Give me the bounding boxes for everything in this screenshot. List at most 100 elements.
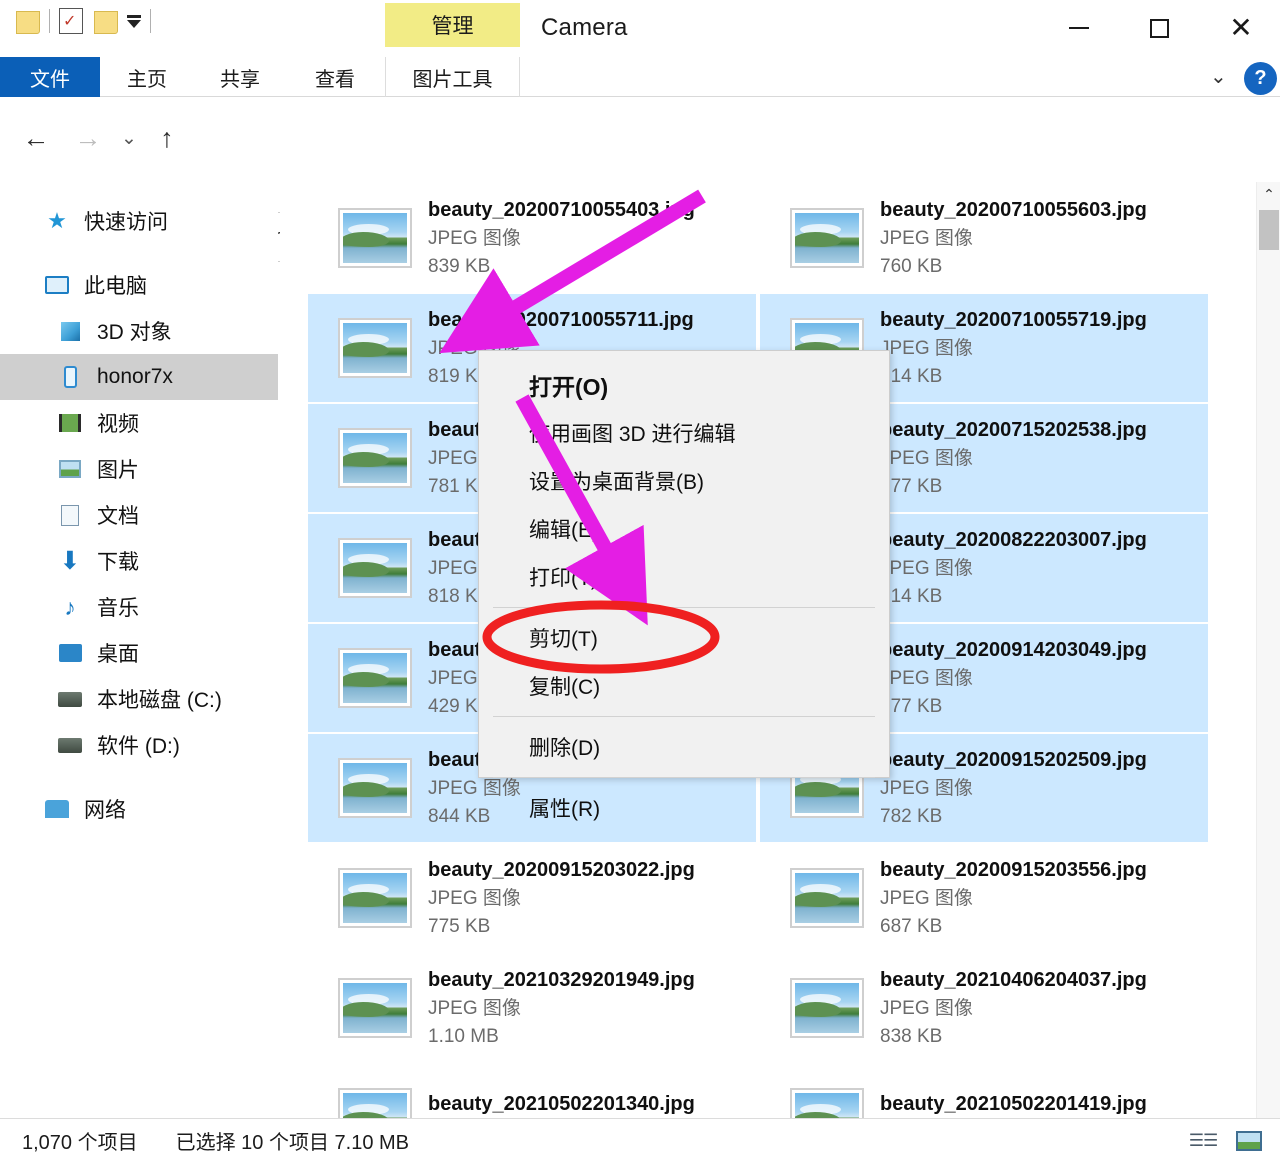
tab-view[interactable]: 查看 (300, 57, 370, 97)
new-folder-icon[interactable] (92, 9, 118, 34)
documents-icon (55, 504, 85, 526)
menu-item-d[interactable]: 删除(D) (479, 723, 889, 771)
file-item[interactable]: beauty_20210502201340.jpgJPEG 图像 (308, 1064, 756, 1118)
minimize-button[interactable] (1056, 6, 1102, 50)
3d-objects-icon (55, 321, 85, 341)
status-bar: 1,070 个项目 已选择 10 个项目 7.10 MB ☰☰ (0, 1118, 1280, 1162)
tab-file[interactable]: 文件 (0, 57, 100, 97)
sidebar-item-3d[interactable]: 3D 对象 (0, 308, 278, 354)
back-button[interactable]: ← (16, 116, 56, 160)
up-button[interactable]: ↑ (148, 116, 186, 160)
tab-home[interactable]: 主页 (112, 57, 182, 97)
menu-separator (493, 777, 875, 778)
quick-access-toolbar[interactable] (14, 8, 151, 34)
toolbar-separator (150, 9, 151, 33)
help-button[interactable]: ? (1244, 62, 1277, 95)
large-icons-view-icon[interactable] (1234, 1129, 1264, 1153)
forward-button[interactable]: → (68, 116, 108, 160)
properties-icon[interactable] (59, 8, 83, 34)
title-bar: 管理 Camera ✕ (0, 0, 1280, 57)
file-info: beauty_20200915203556.jpg JPEG 图像 687 KB (880, 855, 1147, 942)
file-item[interactable]: beauty_20200710055403.jpg JPEG 图像 839 KB (308, 184, 756, 292)
scrollbar-thumb[interactable] (1259, 210, 1279, 250)
music-icon: ♪ (64, 593, 76, 620)
sidebar-item-[interactable]: ⬇ 下载 (0, 538, 278, 584)
file-size: 687 KB (880, 916, 943, 937)
contextual-tab-manage[interactable]: 管理 (385, 3, 520, 47)
file-name: beauty_20200710055603.jpg (880, 198, 1147, 221)
sidebar-item-[interactable]: 网络 (0, 786, 278, 832)
file-type: JPEG 图像 (880, 337, 973, 359)
sidebar-item-[interactable]: 视频 (0, 400, 278, 446)
file-item[interactable]: beauty_20210329201949.jpg JPEG 图像 1.10 MB (308, 954, 756, 1062)
sidebar-item-label: 3D 对象 (97, 321, 172, 344)
details-view-icon[interactable]: ☰☰ (1188, 1129, 1219, 1153)
menu-item-t[interactable]: 打印(T) (479, 553, 889, 601)
file-thumbnail (338, 1088, 412, 1118)
tab-picture-tools[interactable]: 图片工具 (385, 57, 520, 97)
sidebar-item-label: 软件 (D:) (97, 735, 180, 758)
sidebar-item-[interactable]: 图片 (0, 446, 278, 492)
context-menu[interactable]: 打开(O) 使用画图 3D 进行编辑 设置为桌面背景(B) 编辑(E) 打印(T) 剪切(… (478, 350, 890, 821)
sidebar-item-label: honor7x (97, 365, 173, 388)
file-thumbnail (338, 978, 412, 1038)
file-item[interactable]: beauty_20210406204037.jpg JPEG 图像 838 KB (760, 954, 1208, 1062)
customize-dropdown-icon[interactable] (127, 14, 141, 28)
file-item[interactable]: beauty_20200915203556.jpg JPEG 图像 687 KB (760, 844, 1208, 952)
file-thumbnail (338, 428, 412, 488)
sidebar-item-[interactable]: 此电脑 (0, 262, 278, 308)
close-button[interactable]: ✕ (1218, 6, 1264, 50)
desktop-icon (55, 644, 85, 662)
file-size: 782 KB (880, 806, 943, 827)
menu-item-b[interactable]: 设置为桌面背景(B) (479, 457, 889, 505)
menu-item-e[interactable]: 编辑(E) (479, 505, 889, 553)
sidebar-item-c[interactable]: 本地磁盘 (C:) (0, 676, 278, 722)
drive-icon (55, 737, 85, 753)
star-icon: ★ (47, 208, 67, 233)
sidebar-item-[interactable]: ★ 快速访问 (0, 198, 278, 244)
sidebar-item-[interactable]: ♪ 音乐 (0, 584, 278, 630)
file-name: beauty_20210329201949.jpg (428, 968, 695, 991)
sidebar-item-label: 音乐 (97, 597, 139, 620)
chevron-down-icon[interactable]: ⌄ (1210, 64, 1227, 89)
view-mode-buttons[interactable]: ☰☰ (1188, 1129, 1264, 1153)
file-size: 1.10 MB (428, 1026, 499, 1047)
menu-item-3d[interactable]: 使用画图 3D 进行编辑 (479, 409, 889, 457)
menu-item-c[interactable]: 复制(C) (479, 662, 889, 710)
file-explorer-window: 管理 Camera ✕ 文件 主页 共享 查看 图片工具 ⌄ ? ← → ⌄ ↑… (0, 0, 1280, 1162)
folder-icon[interactable] (14, 9, 40, 34)
menu-item-t[interactable]: 剪切(T) (479, 614, 889, 662)
sidebar-item-label: 视频 (97, 413, 139, 436)
file-item[interactable]: beauty_20200915203022.jpg JPEG 图像 775 KB (308, 844, 756, 952)
file-size: 777 KB (880, 696, 943, 717)
file-name: beauty_20200914203049.jpg (880, 638, 1147, 661)
maximize-button[interactable] (1136, 6, 1182, 50)
vertical-scrollbar[interactable]: ⌃ (1256, 182, 1280, 1118)
file-info: beauty_20210502201419.jpgJPEG 图像 (880, 1089, 1147, 1118)
sidebar-item-[interactable]: 文档 (0, 492, 278, 538)
recent-locations-button[interactable]: ⌄ (114, 116, 144, 160)
sidebar-item-honor7x[interactable]: honor7x (0, 354, 278, 400)
sidebar-item-d[interactable]: 软件 (D:) (0, 722, 278, 768)
scroll-up-icon[interactable]: ⌃ (1257, 182, 1280, 206)
menu-item-o[interactable]: 打开(O) (479, 361, 889, 409)
file-size: 814 KB (880, 366, 943, 387)
sidebar-item-label: 下载 (97, 551, 139, 574)
file-name: beauty_20210502201419.jpg (880, 1092, 1147, 1115)
sidebar-item-[interactable]: 桌面 (0, 630, 278, 676)
file-item[interactable]: beauty_20200710055603.jpg JPEG 图像 760 KB (760, 184, 1208, 292)
menu-item-r[interactable]: 属性(R) (479, 784, 889, 832)
file-name: beauty_20200915202509.jpg (880, 748, 1147, 771)
file-size: 760 KB (880, 256, 943, 277)
item-count-label: 1,070 个项目 (22, 1132, 138, 1154)
file-info: beauty_20200715202538.jpg JPEG 图像 777 KB (880, 415, 1147, 502)
file-thumbnail (790, 1088, 864, 1118)
file-type: JPEG 图像 (880, 777, 973, 799)
navigation-pane: ★ 快速访问此电脑 3D 对象 honor7x 视频图片文档 ⬇ 下载 ♪ 音乐桌面 本地磁盘 (… (0, 182, 278, 1118)
window-title: Camera (541, 14, 628, 41)
file-item[interactable]: beauty_20210502201419.jpgJPEG 图像 (760, 1064, 1208, 1118)
file-type: JPEG 图像 (428, 227, 521, 249)
tab-share[interactable]: 共享 (205, 57, 275, 97)
sidebar-item-label: 文档 (97, 505, 139, 528)
file-name: beauty_20210502201340.jpg (428, 1092, 695, 1115)
